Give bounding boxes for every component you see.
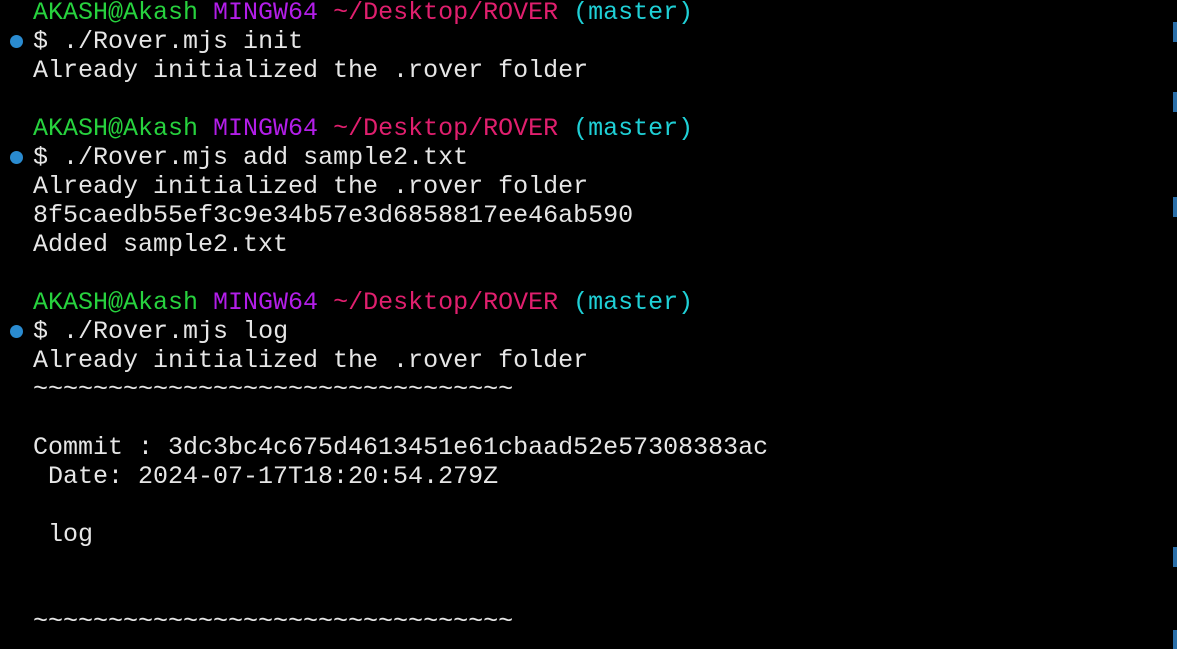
output-line: Already initialized the .rover folder xyxy=(33,346,589,375)
prompt-branch: (master) xyxy=(573,0,694,27)
prompt-user-host: AKASH@Akash xyxy=(33,114,199,143)
command-status-icon[interactable] xyxy=(10,325,23,338)
output-line: Already initialized the .rover folder xyxy=(33,56,589,85)
prompt-path: ~/Desktop/ROVER xyxy=(333,288,559,317)
prompt-line: AKASH@Akash MINGW64 ~/Desktop/ROVER (mas… xyxy=(33,288,693,317)
command-status-icon[interactable] xyxy=(10,35,23,48)
output-line: 8f5caedb55ef3c9e34b57e3d6858817ee46ab590 xyxy=(33,201,634,230)
command-line: $ ./Rover.mjs init xyxy=(33,27,303,56)
prompt-user-host: AKASH@Akash xyxy=(33,288,199,317)
command-text: ./Rover.mjs init xyxy=(63,27,304,56)
prompt-path: ~/Desktop/ROVER xyxy=(333,0,559,27)
prompt-symbol: $ xyxy=(33,27,49,56)
date-line: Date: 2024-07-17T18:20:54.279Z xyxy=(33,462,499,491)
prompt-line: AKASH@Akash MINGW64 ~/Desktop/ROVER (mas… xyxy=(33,114,693,143)
scroll-marker xyxy=(1173,22,1177,42)
scroll-marker xyxy=(1173,92,1177,112)
prompt-system: MINGW64 xyxy=(213,0,319,27)
command-line: $ ./Rover.mjs log xyxy=(33,317,288,346)
scroll-marker xyxy=(1173,547,1177,567)
scroll-marker xyxy=(1173,630,1177,649)
prompt-system: MINGW64 xyxy=(213,114,319,143)
prompt-symbol: $ xyxy=(33,143,49,172)
command-line: $ ./Rover.mjs add sample2.txt xyxy=(33,143,468,172)
separator-line: ~~~~~~~~~~~~~~~~~~~~~~~~~~~~~~~~ xyxy=(33,375,514,404)
prompt-branch: (master) xyxy=(573,288,694,317)
prompt-system: MINGW64 xyxy=(213,288,319,317)
output-line: Added sample2.txt xyxy=(33,230,289,259)
commit-line: Commit : 3dc3bc4c675d4613451e61cbaad52e5… xyxy=(33,433,769,462)
prompt-line: AKASH@Akash MINGW64 ~/Desktop/ROVER (mas… xyxy=(33,0,693,27)
terminal-window[interactable]: AKASH@Akash MINGW64 ~/Desktop/ROVER (mas… xyxy=(0,0,1177,649)
output-line: Already initialized the .rover folder xyxy=(33,172,589,201)
prompt-symbol: $ xyxy=(33,317,49,346)
command-text: ./Rover.mjs add sample2.txt xyxy=(63,143,469,172)
message-line: log xyxy=(33,520,94,549)
command-status-icon[interactable] xyxy=(10,151,23,164)
prompt-branch: (master) xyxy=(573,114,694,143)
prompt-path: ~/Desktop/ROVER xyxy=(333,114,559,143)
command-text: ./Rover.mjs log xyxy=(63,317,289,346)
scroll-marker xyxy=(1173,197,1177,217)
prompt-user-host: AKASH@Akash xyxy=(33,0,199,27)
separator-line: ~~~~~~~~~~~~~~~~~~~~~~~~~~~~~~~~ xyxy=(33,607,514,636)
